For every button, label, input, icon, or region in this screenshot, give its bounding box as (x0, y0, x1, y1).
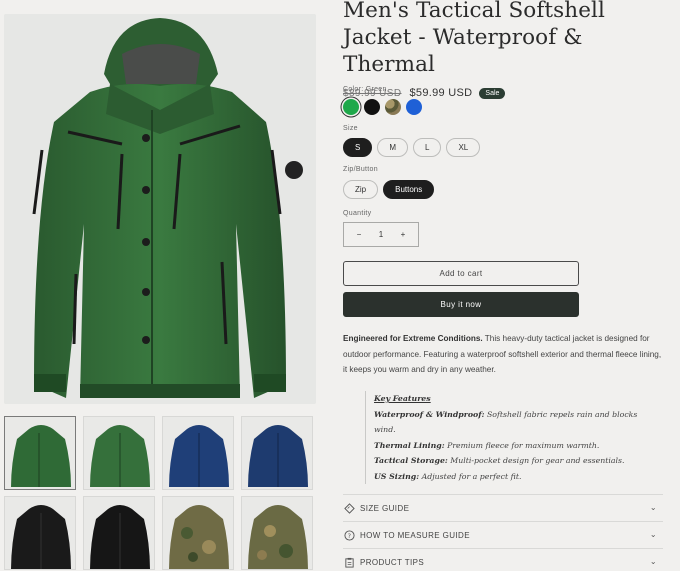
thumbnail-blue-1[interactable] (162, 416, 234, 490)
quantity-stepper: − 1 + (343, 222, 419, 247)
swatch-camo[interactable] (385, 99, 401, 115)
feature-item: US Sizing: Adjusted for a perfect fit. (374, 471, 522, 481)
thumbnail-camo-2[interactable] (241, 496, 313, 570)
size-options: S M L XL (343, 138, 481, 157)
accordion-label: SIZE GUIDE (360, 503, 410, 513)
jacket-illustration (4, 14, 316, 404)
closure-option-zip[interactable]: Zip (343, 180, 379, 199)
feature-item: Thermal Lining: Premium fleece for maxim… (374, 440, 600, 450)
product-info: Men's Tactical Softshell Jacket - Waterp… (343, 0, 663, 568)
color-label: Color: Green (343, 86, 387, 93)
quantity-decrease-button[interactable]: − (353, 230, 365, 239)
feature-item: Waterproof & Windproof: Softshell fabric… (374, 409, 638, 435)
main-product-image[interactable] (4, 14, 316, 404)
size-option-l[interactable]: L (413, 138, 442, 157)
accordion-how-to-measure[interactable]: ? HOW TO MEASURE GUIDE ⌄ (343, 521, 663, 548)
quantity-label: Quantity (343, 210, 372, 217)
quantity-value[interactable]: 1 (375, 230, 387, 239)
thumbnail-blue-2[interactable] (241, 416, 313, 490)
size-option-s[interactable]: S (343, 138, 373, 157)
chevron-down-icon: ⌄ (649, 503, 657, 512)
sale-price: $59.99 USD (409, 87, 473, 99)
sale-badge: Sale (479, 87, 506, 99)
zip-button-options: Zip Buttons (343, 180, 435, 199)
ruler-icon (343, 502, 355, 514)
size-label: Size (343, 125, 358, 132)
swatch-blue[interactable] (406, 99, 422, 115)
key-features-heading: Key Features (374, 394, 431, 403)
accordion-product-tips[interactable]: PRODUCT TIPS ⌄ (343, 548, 663, 571)
product-title: Men's Tactical Softshell Jacket - Waterp… (343, 0, 606, 77)
swatch-green[interactable] (343, 99, 359, 115)
thumbnail-camo-1[interactable] (162, 496, 234, 570)
size-option-m[interactable]: M (377, 138, 409, 157)
svg-text:?: ? (347, 531, 351, 539)
chevron-down-icon: ⌄ (649, 530, 657, 539)
thumbnail-black-1[interactable] (4, 496, 76, 570)
color-swatches (343, 99, 422, 115)
thumbnail-green-1[interactable] (4, 416, 76, 490)
chevron-down-icon: ⌄ (649, 557, 657, 566)
accordion-label: PRODUCT TIPS (360, 557, 425, 567)
buy-now-button[interactable]: Buy it now (343, 292, 579, 317)
key-features: Key Features Waterproof & Windproof: Sof… (365, 391, 645, 484)
swatch-black[interactable] (364, 99, 380, 115)
quantity-increase-button[interactable]: + (397, 230, 409, 239)
thumbnail-black-2[interactable] (83, 496, 155, 570)
thumbnail-green-2[interactable] (83, 416, 155, 490)
accordion-label: HOW TO MEASURE GUIDE (360, 530, 470, 540)
feature-item: Tactical Storage: Multi-pocket design fo… (374, 456, 625, 465)
size-option-xl[interactable]: XL (446, 138, 481, 157)
zip-button-label: Zip/Button (343, 166, 378, 173)
description-lead: Engineered for Extreme Conditions. (343, 334, 483, 343)
clipboard-icon (343, 556, 355, 568)
question-circle-icon: ? (343, 529, 355, 541)
add-to-cart-button[interactable]: Add to cart (343, 261, 579, 286)
accordion-size-guide[interactable]: SIZE GUIDE ⌄ (343, 494, 663, 521)
closure-option-buttons[interactable]: Buttons (383, 180, 435, 199)
product-description: Engineered for Extreme Conditions. This … (343, 331, 663, 378)
